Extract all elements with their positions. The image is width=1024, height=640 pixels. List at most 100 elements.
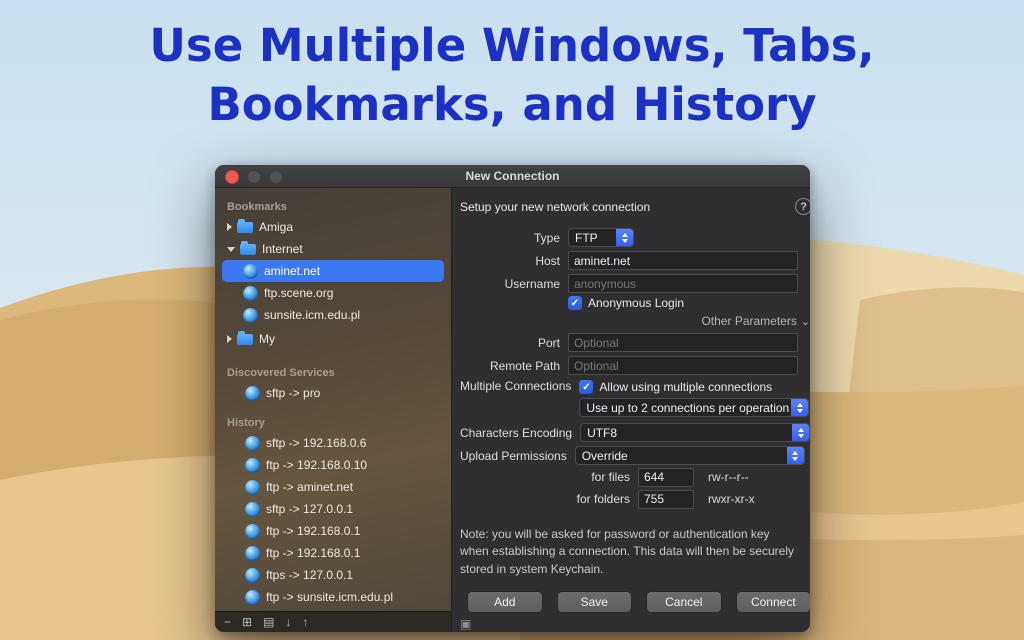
keychain-note: Note: you will be asked for password or … — [460, 526, 796, 578]
window-titlebar[interactable]: New Connection — [215, 165, 810, 188]
history-label: ftp -> 192.168.0.1 — [266, 524, 360, 538]
zoom-button[interactable] — [269, 170, 283, 184]
globe-icon — [245, 546, 260, 561]
chevron-right-icon[interactable] — [227, 335, 232, 343]
export-bookmarks-icon[interactable]: ↑ — [302, 616, 308, 628]
history-item[interactable]: ftp -> 192.168.0.1 — [215, 542, 451, 564]
username-label: Username — [460, 277, 560, 291]
allow-multiple-checkbox[interactable]: ✓ Allow using multiple connections — [579, 379, 809, 395]
remote-path-input[interactable] — [568, 356, 798, 375]
remove-bookmark-icon[interactable]: − — [224, 616, 231, 628]
history-item[interactable]: ftp -> 192.168.0.1 — [215, 520, 451, 542]
remote-path-label: Remote Path — [460, 359, 560, 373]
folder-label: My — [259, 332, 275, 346]
type-label: Type — [460, 231, 560, 245]
popup-stepper-icon — [791, 399, 808, 416]
multiple-connections-row: Multiple Connections ✓ Allow using multi… — [460, 379, 810, 417]
service-label: sftp -> pro — [266, 386, 320, 400]
port-row: Port — [460, 333, 810, 352]
history-label: sftp -> 192.168.0.6 — [266, 436, 366, 450]
history-item[interactable]: ftp -> 192.168.0.10 — [215, 454, 451, 476]
anonymous-login-checkbox[interactable]: ✓ Anonymous Login — [568, 295, 684, 311]
host-input[interactable] — [568, 251, 798, 270]
popup-stepper-icon — [787, 447, 804, 464]
globe-icon — [243, 264, 258, 279]
allow-multiple-label: Allow using multiple connections — [599, 380, 772, 394]
globe-icon — [245, 590, 260, 605]
history-section-header: History — [215, 414, 451, 432]
log-icon[interactable]: ▣ — [460, 618, 471, 630]
hero-title-line1: Use Multiple Windows, Tabs, — [0, 16, 1024, 75]
history-label: ftp -> 192.168.0.10 — [266, 458, 367, 472]
chevron-right-icon[interactable] — [227, 223, 232, 231]
bookmark-item-sunsite[interactable]: sunsite.icm.edu.pl — [215, 304, 451, 326]
chevron-down-icon[interactable] — [227, 247, 235, 252]
files-permissions-row: for files rw-r--r-- — [460, 468, 810, 486]
for-folders-label: for folders — [460, 492, 630, 506]
globe-icon — [245, 458, 260, 473]
history-item[interactable]: sftp -> 127.0.0.1 — [215, 498, 451, 520]
import-bookmarks-icon[interactable]: ↓ — [285, 616, 291, 628]
history-item[interactable]: ftp -> aminet.net — [215, 476, 451, 498]
files-permissions-input[interactable] — [638, 468, 694, 487]
connection-form-panel: Setup your new network connection ? Type… — [452, 188, 810, 632]
globe-icon — [245, 436, 260, 451]
bookmark-item-ftp-scene[interactable]: ftp.scene.org — [215, 282, 451, 304]
cancel-button[interactable]: Cancel — [647, 592, 721, 612]
other-parameters-toggle[interactable]: Other Parameters ⌄ — [460, 313, 810, 329]
username-row: Username — [460, 274, 810, 293]
encoding-dropdown[interactable]: UTF8 — [580, 423, 810, 442]
sidebar-folder-internet[interactable]: Internet — [215, 238, 451, 260]
add-button[interactable]: Add — [468, 592, 542, 612]
anonymous-login-label: Anonymous Login — [588, 296, 684, 310]
port-input[interactable] — [568, 333, 798, 352]
upload-permissions-row: Upload Permissions Override — [460, 446, 810, 465]
bookmark-label: sunsite.icm.edu.pl — [264, 308, 360, 322]
type-dropdown[interactable]: FTP — [568, 228, 634, 247]
folders-permissions-mask: rwxr-xr-x — [708, 492, 755, 506]
encoding-label: Characters Encoding — [460, 426, 572, 440]
bookmark-item-aminet[interactable]: aminet.net — [222, 260, 444, 282]
popup-stepper-icon — [792, 424, 809, 441]
save-button[interactable]: Save — [558, 592, 632, 612]
sidebar-toolbar: − ⊞ ▤ ↓ ↑ — [215, 611, 451, 632]
folder-label: Amiga — [259, 220, 293, 234]
history-item[interactable]: ftp -> sunsite.icm.edu.pl — [215, 586, 451, 608]
folders-permissions-input[interactable] — [638, 490, 694, 509]
history-label: sftp -> 127.0.0.1 — [266, 502, 353, 516]
minimize-button[interactable] — [247, 170, 261, 184]
close-button[interactable] — [225, 170, 239, 184]
history-label: ftp -> 192.168.0.1 — [266, 546, 360, 560]
folders-permissions-row: for folders rwxr-xr-x — [460, 490, 810, 508]
help-button[interactable]: ? — [795, 198, 810, 215]
type-value: FTP — [569, 231, 616, 245]
window-title: New Connection — [465, 169, 559, 183]
action-buttons: Add Save Cancel Connect — [468, 592, 810, 612]
discovered-service-item[interactable]: sftp -> pro — [215, 382, 451, 404]
globe-icon — [243, 286, 258, 301]
add-bookmark-icon[interactable]: ⊞ — [242, 616, 252, 628]
history-item[interactable]: ftps -> 127.0.0.1 — [215, 564, 451, 586]
globe-icon — [243, 308, 258, 323]
new-connection-window: New Connection Bookmarks Amiga Internet … — [215, 165, 810, 632]
encoding-row: Characters Encoding UTF8 — [460, 423, 810, 442]
connections-count-dropdown[interactable]: Use up to 2 connections per operation — [579, 398, 809, 417]
history-label: ftp -> aminet.net — [266, 480, 353, 494]
folder-label: Internet — [262, 242, 303, 256]
sidebar-folder-amiga[interactable]: Amiga — [215, 216, 451, 238]
files-permissions-mask: rw-r--r-- — [708, 470, 749, 484]
username-input[interactable] — [568, 274, 798, 293]
upload-permissions-dropdown[interactable]: Override — [575, 446, 805, 465]
history-item[interactable]: sftp -> 192.168.0.6 — [215, 432, 451, 454]
history-label: ftp -> sunsite.icm.edu.pl — [266, 590, 393, 604]
hero-title: Use Multiple Windows, Tabs, Bookmarks, a… — [0, 16, 1024, 135]
host-row: Host — [460, 251, 810, 270]
folder-icon — [237, 222, 253, 233]
sidebar-folder-my[interactable]: My — [215, 328, 451, 350]
remote-path-row: Remote Path — [460, 356, 810, 375]
panel-heading: Setup your new network connection — [460, 200, 810, 214]
checkbox-check-icon: ✓ — [579, 380, 593, 394]
history-label: ftps -> 127.0.0.1 — [266, 568, 353, 582]
new-folder-icon[interactable]: ▤ — [263, 616, 274, 628]
connect-button[interactable]: Connect — [737, 592, 810, 612]
